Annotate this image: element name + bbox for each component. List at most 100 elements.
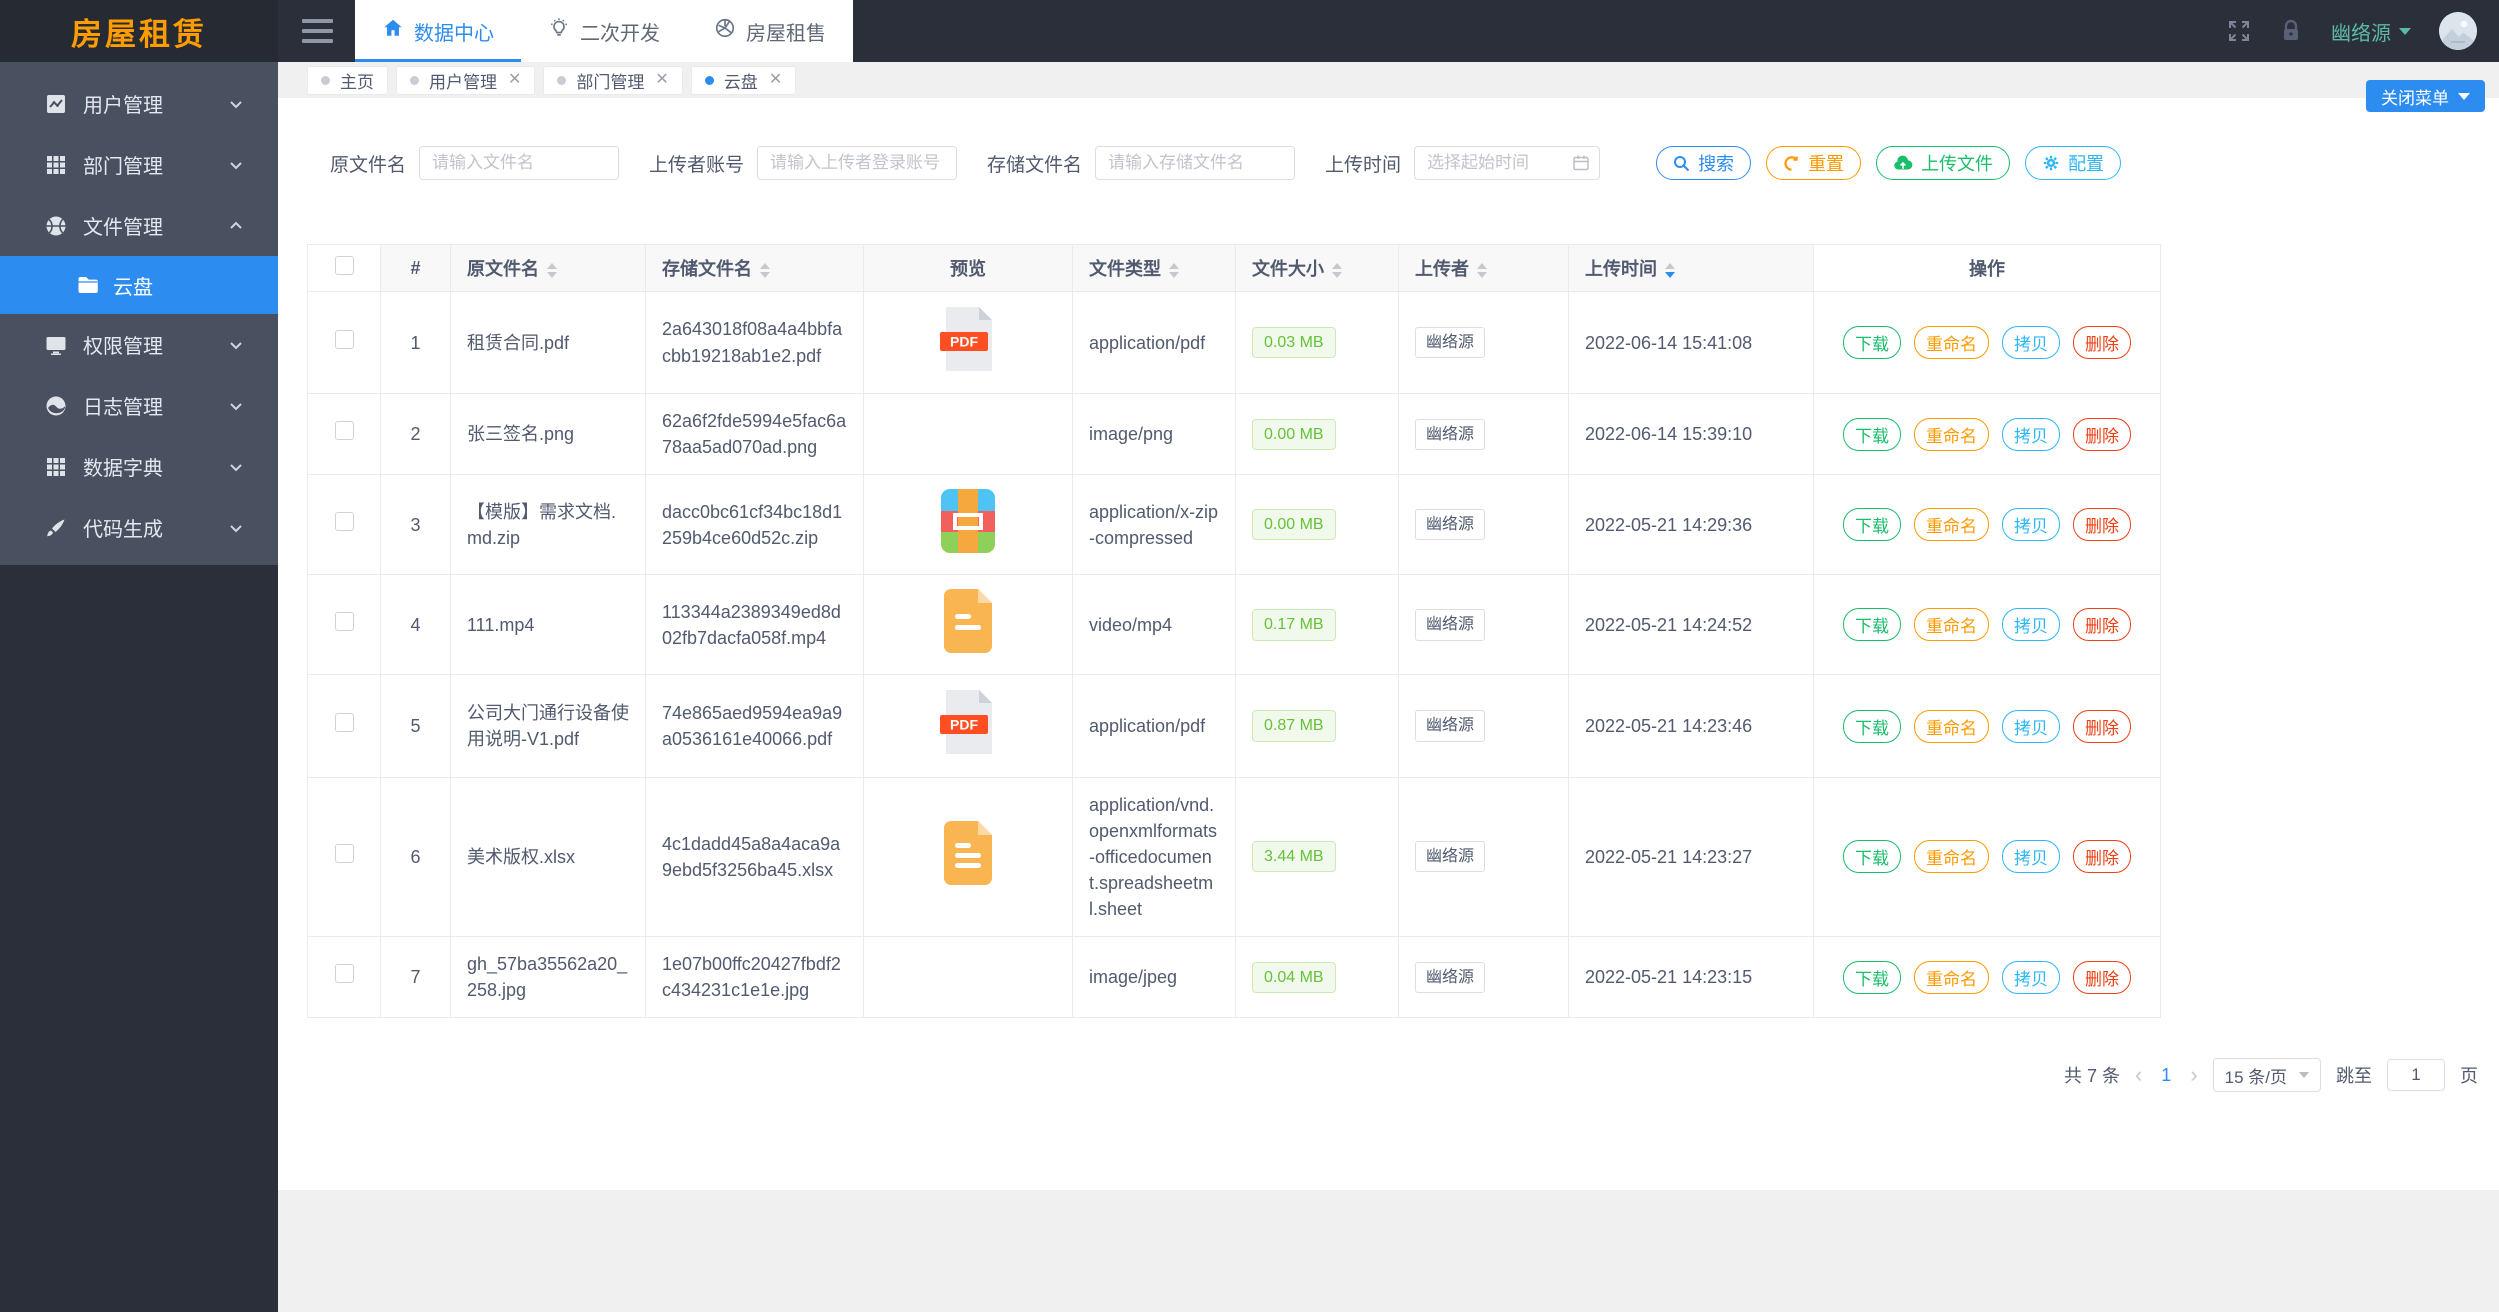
table-header-row: # 原文件名 存储文件名 预览 文件类型 文件大小 上传者 上传时间 操作 bbox=[307, 244, 2161, 292]
monitor-icon bbox=[44, 333, 68, 357]
rename-button[interactable]: 重命名 bbox=[1913, 960, 1989, 994]
lock-icon[interactable] bbox=[2279, 19, 2303, 43]
delete-button[interactable]: 删除 bbox=[2073, 608, 2132, 642]
tab-home[interactable]: 主页 bbox=[307, 65, 388, 95]
download-button[interactable]: 下载 bbox=[1842, 417, 1901, 451]
tab-dept-mgmt[interactable]: 部门管理 ✕ bbox=[543, 65, 683, 95]
sidebar-item-code-generation[interactable]: 代码生成 bbox=[0, 497, 278, 558]
sidebar-item-data-dictionary[interactable]: 数据字典 bbox=[0, 436, 278, 497]
rename-button[interactable]: 重命名 bbox=[1913, 417, 1989, 451]
sidebar-item-user-mgmt[interactable]: 用户管理 bbox=[0, 73, 278, 134]
copy-button[interactable]: 拷贝 bbox=[2002, 709, 2060, 743]
avatar[interactable] bbox=[2439, 12, 2477, 50]
row-checkbox[interactable] bbox=[334, 611, 354, 631]
field-label: 上传时间 bbox=[1325, 154, 1402, 176]
row-checkbox[interactable] bbox=[334, 712, 354, 732]
row-checkbox[interactable] bbox=[334, 421, 354, 441]
delete-button[interactable]: 删除 bbox=[2073, 960, 2132, 994]
table-row: 4 111.mp4 113344a2389349ed8d02fb7dacfa05… bbox=[307, 574, 2161, 676]
sort-icon[interactable] bbox=[1332, 262, 1342, 278]
sort-icon[interactable] bbox=[1477, 262, 1487, 278]
jump-label: 跳至 bbox=[2336, 1066, 2372, 1087]
sort-icon-active[interactable] bbox=[1665, 262, 1675, 278]
tab-dot bbox=[410, 75, 419, 85]
sort-icon[interactable] bbox=[760, 262, 770, 278]
copy-button[interactable]: 拷贝 bbox=[2002, 417, 2060, 451]
field-label: 上传者账号 bbox=[649, 154, 745, 176]
copy-button[interactable]: 拷贝 bbox=[2002, 960, 2060, 994]
uploader-account-input[interactable] bbox=[757, 146, 958, 180]
sidebar-item-dept-mgmt[interactable]: 部门管理 bbox=[0, 134, 278, 195]
row-checkbox[interactable] bbox=[334, 843, 354, 863]
sidebar-item-log-mgmt[interactable]: 日志管理 bbox=[0, 375, 278, 436]
download-button[interactable]: 下载 bbox=[1842, 709, 1901, 743]
download-button[interactable]: 下载 bbox=[1842, 608, 1901, 642]
file-name: 美术版权.xlsx bbox=[450, 776, 646, 938]
rename-button[interactable]: 重命名 bbox=[1913, 608, 1989, 642]
uploader-badge: 幽络源 bbox=[1415, 609, 1486, 641]
rename-button[interactable]: 重命名 bbox=[1913, 508, 1989, 542]
row-index: 2 bbox=[380, 393, 451, 476]
user-menu[interactable]: 幽络源 bbox=[2331, 17, 2411, 46]
copy-button[interactable]: 拷贝 bbox=[2002, 508, 2060, 542]
hamburger-icon[interactable] bbox=[302, 19, 333, 43]
nav-item-house-rental[interactable]: 房屋租售 bbox=[687, 0, 853, 62]
config-button[interactable]: 配置 bbox=[2025, 146, 2122, 180]
main-content: 原文件名 上传者账号 存储文件名 上传时间 搜索 bbox=[278, 98, 2499, 1190]
table-row: 6 美术版权.xlsx 4c1dadd45a8a4aca9a9ebd5f3256… bbox=[307, 776, 2161, 938]
row-checkbox[interactable] bbox=[334, 964, 354, 984]
stored-filename-input[interactable] bbox=[1095, 146, 1296, 180]
sidebar-item-cloud-disk[interactable]: 云盘 bbox=[0, 256, 278, 314]
rename-button[interactable]: 重命名 bbox=[1913, 840, 1989, 874]
download-button[interactable]: 下载 bbox=[1842, 326, 1901, 360]
tab-dot bbox=[557, 75, 567, 85]
download-button[interactable]: 下载 bbox=[1842, 840, 1901, 874]
upload-file-button[interactable]: 上传文件 bbox=[1876, 146, 2011, 180]
prev-page-icon[interactable]: ‹ bbox=[2135, 1064, 2142, 1086]
copy-button[interactable]: 拷贝 bbox=[2002, 840, 2060, 874]
sidebar-item-permission-mgmt[interactable]: 权限管理 bbox=[0, 314, 278, 375]
row-checkbox[interactable] bbox=[334, 329, 354, 349]
original-filename-input[interactable] bbox=[419, 146, 620, 180]
page-size-select[interactable]: 15 条/页 bbox=[2212, 1058, 2321, 1093]
close-icon[interactable]: ✕ bbox=[508, 72, 521, 88]
pagination: 共 7 条 ‹ 1 › 15 条/页 跳至 页 bbox=[278, 1058, 2478, 1093]
fullscreen-icon[interactable] bbox=[2227, 19, 2251, 43]
nav-item-data-center[interactable]: 数据中心 bbox=[355, 0, 521, 62]
close-icon[interactable]: ✕ bbox=[769, 72, 782, 88]
delete-button[interactable]: 删除 bbox=[2073, 840, 2132, 874]
svg-text:PDF: PDF bbox=[950, 334, 978, 350]
sort-icon[interactable] bbox=[547, 262, 557, 278]
close-icon[interactable]: ✕ bbox=[655, 72, 668, 88]
page-number[interactable]: 1 bbox=[2157, 1065, 2175, 1086]
delete-button[interactable]: 删除 bbox=[2073, 508, 2132, 542]
tab-cloud-disk[interactable]: 云盘 ✕ bbox=[690, 65, 797, 95]
nav-item-label: 数据中心 bbox=[414, 22, 494, 45]
close-menu-button[interactable]: 关闭菜单 bbox=[2366, 80, 2485, 112]
pdf-icon: PDF bbox=[937, 306, 999, 372]
file-size-badge: 0.03 MB bbox=[1252, 326, 1336, 359]
copy-button[interactable]: 拷贝 bbox=[2002, 608, 2060, 642]
sort-icon[interactable] bbox=[1169, 262, 1179, 278]
row-index: 6 bbox=[380, 776, 451, 938]
rename-button[interactable]: 重命名 bbox=[1913, 326, 1989, 360]
select-all-checkbox[interactable] bbox=[334, 256, 354, 275]
delete-button[interactable]: 删除 bbox=[2073, 417, 2132, 451]
nav-item-secondary-dev[interactable]: 二次开发 bbox=[521, 0, 687, 62]
copy-button[interactable]: 拷贝 bbox=[2002, 326, 2060, 360]
delete-button[interactable]: 删除 bbox=[2073, 326, 2132, 360]
open-tabs-bar: 主页 用户管理 ✕ 部门管理 ✕ 云盘 ✕ 关闭菜单 bbox=[278, 62, 2499, 112]
download-button[interactable]: 下载 bbox=[1842, 960, 1901, 994]
rename-button[interactable]: 重命名 bbox=[1913, 709, 1989, 743]
row-index: 5 bbox=[380, 674, 451, 778]
download-button[interactable]: 下载 bbox=[1842, 508, 1901, 542]
chevron-down-icon bbox=[2299, 1072, 2309, 1079]
sidebar-item-file-mgmt[interactable]: 文件管理 bbox=[0, 195, 278, 256]
next-page-icon[interactable]: › bbox=[2190, 1064, 2197, 1086]
tab-user-mgmt[interactable]: 用户管理 ✕ bbox=[396, 65, 536, 95]
search-button[interactable]: 搜索 bbox=[1656, 146, 1752, 180]
reset-button[interactable]: 重置 bbox=[1766, 146, 1862, 180]
delete-button[interactable]: 删除 bbox=[2073, 709, 2132, 743]
row-checkbox[interactable] bbox=[334, 511, 354, 531]
jump-page-input[interactable] bbox=[2387, 1059, 2445, 1092]
